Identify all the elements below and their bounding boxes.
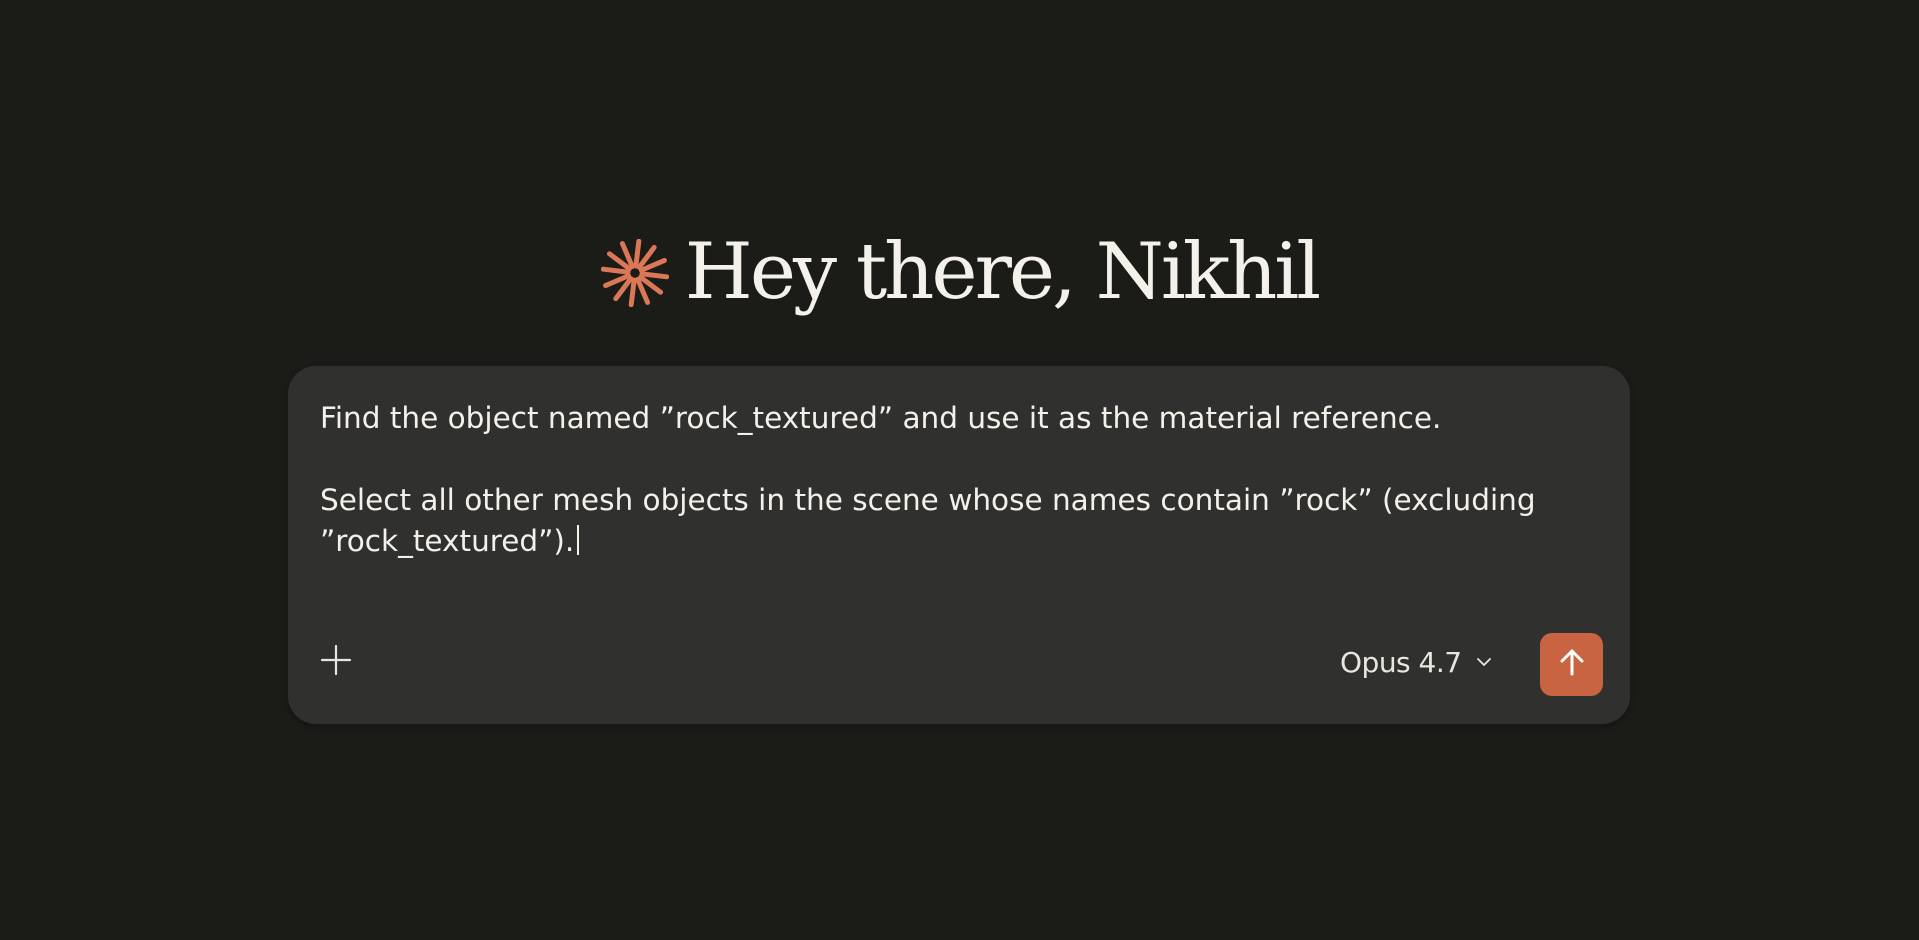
spark-icon xyxy=(600,238,670,308)
prompt-input[interactable]: Find the object named ”rock_textured” an… xyxy=(320,398,1590,562)
plus-icon xyxy=(319,643,353,682)
chat-composer: Find the object named ”rock_textured” an… xyxy=(288,366,1630,724)
greeting-title: Hey there, Nikhil xyxy=(684,227,1321,317)
model-label: Opus 4.7 xyxy=(1340,645,1462,679)
text-caret xyxy=(577,525,580,555)
prompt-line-4: ”rock_textured”). xyxy=(320,521,1590,562)
prompt-line-4-text: ”rock_textured”). xyxy=(320,524,575,558)
prompt-line-1: Find the object named ”rock_textured” an… xyxy=(320,401,1442,435)
send-button[interactable] xyxy=(1540,633,1603,696)
prompt-line-3: Select all other mesh objects in the sce… xyxy=(320,483,1536,517)
prompt-line-2 xyxy=(320,439,1590,480)
arrow-up-icon xyxy=(1557,647,1587,682)
add-attachment-button[interactable] xyxy=(318,644,354,680)
greeting-header: Hey there, Nikhil xyxy=(0,222,1919,322)
chevron-down-icon xyxy=(1476,654,1492,670)
model-selector[interactable]: Opus 4.7 xyxy=(1340,642,1492,682)
